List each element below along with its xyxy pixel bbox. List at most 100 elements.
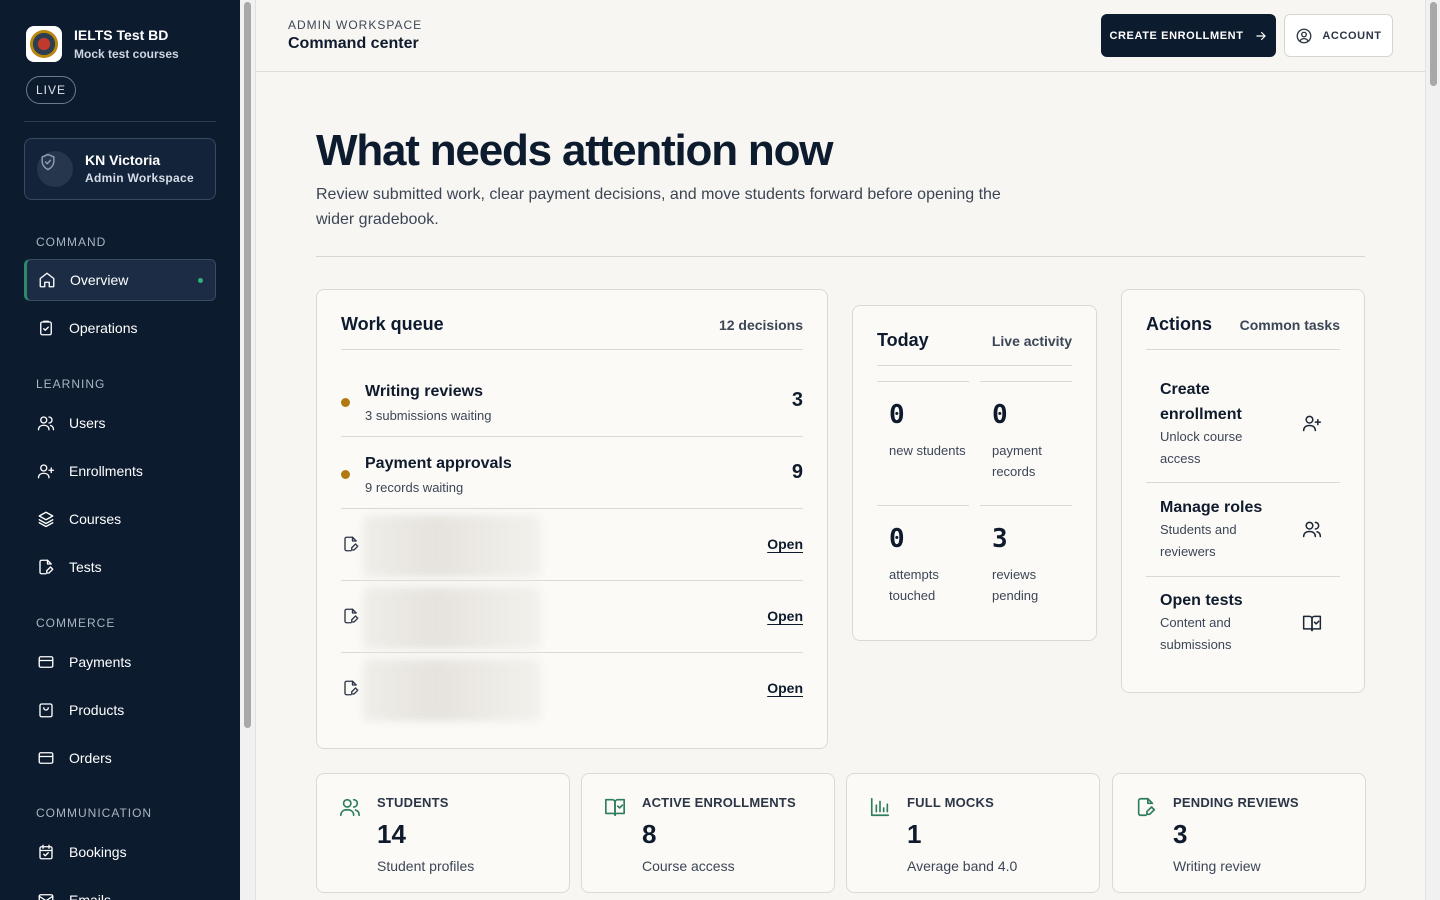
sidebar-item-overview[interactable]: Overview (24, 259, 216, 301)
users-icon (1302, 521, 1322, 538)
kpi-full-mocks[interactable]: FULL MOCKS 1 Average band 4.0 (846, 773, 1100, 893)
credit-card-icon (38, 656, 54, 668)
shield-icon (41, 153, 55, 171)
action-subtitle: Unlock course access (1160, 429, 1243, 466)
user-circle-icon (1296, 28, 1312, 43)
submission-row[interactable]: Open (341, 509, 803, 581)
kpi-active-enrollments[interactable]: ACTIVE ENROLLMENTS 8 Course access (581, 773, 835, 893)
kpi-students[interactable]: STUDENTS 14 Student profiles (316, 773, 570, 893)
queue-item-count: 3 (791, 389, 803, 411)
file-edit-icon (344, 536, 359, 552)
queue-item-title: Payment approvals (365, 455, 512, 472)
queue-item-writing-reviews[interactable]: Writing reviews 3 submissions waiting 3 (341, 365, 803, 437)
action-create-enrollment[interactable]: Create enrollment Unlock course access (1146, 365, 1340, 483)
brand-title: IELTS Test BD (74, 27, 169, 43)
stat-value: 0 (889, 400, 905, 430)
sidebar-item-label: Overview (70, 272, 129, 288)
status-dot (341, 470, 350, 479)
action-open-tests[interactable]: Open tests Content and submissions (1146, 577, 1340, 671)
brand-subtitle: Mock test courses (74, 47, 179, 61)
layers-icon (38, 511, 54, 528)
sidebar-item-label: Orders (69, 750, 112, 766)
sidebar-item-orders[interactable]: Orders (24, 737, 216, 779)
section-learning: LEARNING (36, 377, 106, 391)
work-queue-title: Work queue (341, 314, 444, 334)
kpi-subtitle: Student profiles (377, 858, 475, 874)
avatar (37, 151, 73, 187)
kpi-value: 14 (377, 819, 406, 849)
page-scrollbar[interactable] (1425, 0, 1440, 900)
actions-card: Actions Common tasks Create enrollment U… (1121, 289, 1365, 693)
account-button[interactable]: ACCOUNT (1284, 14, 1393, 57)
open-submission-link[interactable]: Open (767, 608, 803, 624)
kpi-label: FULL MOCKS (907, 795, 994, 810)
live-status-badge: LIVE (26, 76, 77, 104)
hero-divider (316, 256, 1365, 257)
sidebar-item-emails[interactable]: Emails (24, 879, 216, 900)
queue-item-count: 9 (791, 461, 803, 483)
open-submission-link[interactable]: Open (767, 680, 803, 696)
kpi-subtitle: Writing review (1173, 858, 1261, 874)
section-command: COMMAND (36, 235, 107, 249)
sidebar-item-products[interactable]: Products (24, 689, 216, 731)
actions-meta: Common tasks (1239, 316, 1340, 333)
submission-row[interactable]: Open (341, 653, 803, 725)
sidebar-item-label: Products (69, 702, 125, 718)
work-queue-count: 12 decisions (718, 316, 803, 333)
sidebar-item-tests[interactable]: Tests (24, 546, 216, 588)
open-submission-link[interactable]: Open (767, 536, 803, 552)
sidebar-item-label: Payments (69, 654, 132, 670)
sidebar-scrollbar[interactable] (240, 0, 256, 900)
action-manage-roles[interactable]: Manage roles Students and reviewers (1146, 483, 1340, 577)
submission-row[interactable]: Open (341, 581, 803, 653)
stat-label: new students (889, 443, 966, 458)
user-plus-icon (1302, 415, 1322, 432)
user-card[interactable]: KN Victoria Admin Workspace (24, 138, 216, 200)
sidebar-item-label: Courses (69, 511, 122, 527)
active-indicator (198, 278, 203, 283)
create-enrollment-button[interactable]: CREATE ENROLLMENT (1101, 14, 1276, 57)
sidebar-item-courses[interactable]: Courses (24, 498, 216, 540)
kpi-label: STUDENTS (377, 795, 449, 810)
redacted-submission (363, 587, 541, 649)
kpi-label: ACTIVE ENROLLMENTS (642, 795, 796, 810)
sidebar-divider (24, 121, 216, 122)
stat-payment-records: 0 payment records (980, 381, 1072, 505)
user-name: KN Victoria (85, 152, 161, 168)
sidebar-item-users[interactable]: Users (24, 402, 216, 444)
brand-logo (26, 26, 62, 62)
sidebar: IELTS Test BD Mock test courses LIVE KN … (0, 0, 240, 900)
sidebar-item-label: Bookings (69, 844, 127, 860)
action-subtitle: Students and reviewers (1160, 522, 1237, 559)
kpi-label: PENDING REVIEWS (1173, 795, 1299, 810)
section-commerce: COMMERCE (36, 616, 116, 630)
user-plus-icon (37, 464, 55, 479)
bar-chart-icon (870, 797, 890, 817)
kpi-value: 1 (907, 819, 922, 849)
book-check-icon (605, 798, 625, 817)
action-title: Open tests (1160, 592, 1243, 609)
stat-value: 3 (992, 524, 1008, 554)
status-dot (341, 398, 350, 407)
brand[interactable]: IELTS Test BD Mock test courses (26, 26, 179, 62)
sidebar-item-label: Operations (69, 320, 138, 336)
sidebar-item-label: Tests (69, 559, 102, 575)
stat-reviews-pending: 3 reviews pending (980, 505, 1072, 629)
stat-attempts-touched: 0 attempts touched (877, 505, 969, 629)
kpi-value: 3 (1173, 819, 1188, 849)
sidebar-item-payments[interactable]: Payments (24, 641, 216, 683)
stat-new-students: 0 new students (877, 381, 969, 505)
queue-item-subtitle: 9 records waiting (365, 480, 464, 495)
sidebar-item-operations[interactable]: Operations (24, 307, 216, 349)
today-card: Today Live activity 0 new students 0 pay… (852, 305, 1097, 641)
kpi-value: 8 (642, 819, 657, 849)
sidebar-item-bookings[interactable]: Bookings (24, 831, 216, 873)
queue-item-subtitle: 3 submissions waiting (365, 408, 492, 423)
credit-card-icon (38, 752, 54, 764)
kpi-pending-reviews[interactable]: PENDING REVIEWS 3 Writing review (1112, 773, 1366, 893)
calendar-icon (39, 844, 53, 860)
queue-item-payment-approvals[interactable]: Payment approvals 9 records waiting 9 (341, 437, 803, 509)
stat-label: payment records (992, 443, 1042, 479)
redacted-submission (363, 659, 541, 721)
sidebar-item-enrollments[interactable]: Enrollments (24, 450, 216, 492)
